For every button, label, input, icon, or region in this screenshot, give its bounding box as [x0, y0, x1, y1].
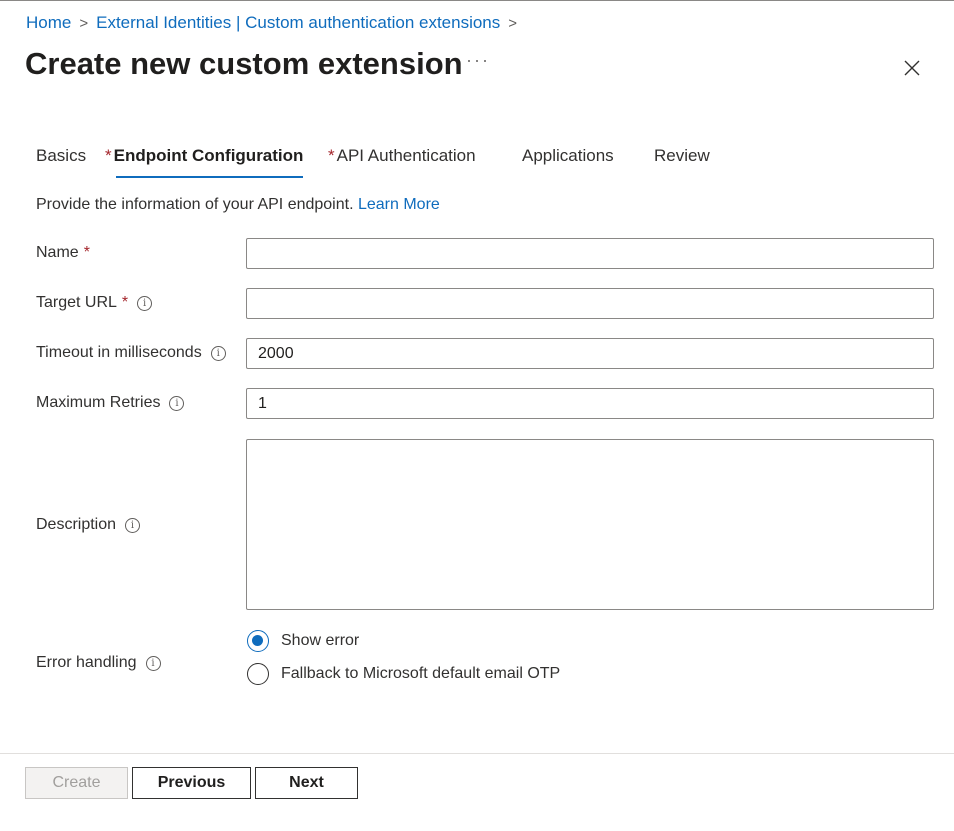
intro-text: Provide the information of your API endp…: [36, 196, 440, 214]
required-marker: *: [83, 244, 90, 261]
tab-applications[interactable]: Applications: [522, 145, 614, 179]
timeout-label: Timeout in milliseconds i: [36, 344, 226, 362]
description-textarea[interactable]: [246, 439, 934, 610]
info-icon[interactable]: i: [169, 395, 185, 411]
tab-label: Basics: [36, 146, 87, 165]
name-label-text: Name: [36, 244, 79, 261]
intro-description: Provide the information of your API endp…: [36, 196, 354, 213]
tab-label: API Authentication: [336, 146, 476, 165]
target-url-label-text: Target URL: [36, 294, 117, 311]
next-button[interactable]: Next: [255, 767, 358, 799]
target-url-label: Target URL * i: [36, 294, 153, 312]
info-icon[interactable]: i: [137, 295, 153, 311]
footer-divider: [0, 753, 954, 754]
radio-button-checked[interactable]: [247, 630, 269, 652]
page-title: Create new custom extension: [25, 46, 463, 81]
description-label-text: Description: [36, 516, 117, 533]
info-icon[interactable]: i: [210, 345, 226, 361]
tab-label: Review: [654, 146, 710, 165]
radio-show-error[interactable]: Show error: [247, 630, 359, 652]
close-icon[interactable]: [902, 58, 922, 78]
tab-api-authentication[interactable]: * API Authentication: [328, 145, 476, 179]
breadcrumb-separator: >: [79, 14, 89, 32]
name-label: Name *: [36, 244, 90, 262]
info-icon[interactable]: i: [125, 517, 141, 533]
breadcrumb-home-link[interactable]: Home: [26, 13, 71, 33]
required-marker: *: [328, 146, 335, 165]
required-marker: *: [105, 146, 112, 165]
breadcrumb-separator: >: [508, 14, 518, 32]
max-retries-input[interactable]: [246, 388, 934, 419]
target-url-input[interactable]: [246, 288, 934, 319]
timeout-label-text: Timeout in milliseconds: [36, 344, 202, 361]
info-icon[interactable]: i: [145, 655, 161, 671]
ellipsis-icon[interactable]: [468, 56, 486, 66]
max-retries-label: Maximum Retries i: [36, 394, 185, 412]
previous-button[interactable]: Previous: [132, 767, 251, 799]
breadcrumb: Home > External Identities | Custom auth…: [26, 13, 525, 33]
tab-label: Endpoint Configuration: [113, 146, 304, 165]
tab-review[interactable]: Review: [654, 145, 710, 179]
radio-button-unchecked[interactable]: [247, 663, 269, 685]
breadcrumb-section-link[interactable]: External Identities | Custom authenticat…: [96, 13, 500, 33]
tab-endpoint-configuration[interactable]: * Endpoint Configuration: [105, 145, 304, 179]
create-button[interactable]: Create: [25, 767, 128, 799]
top-border: [0, 0, 954, 1]
wizard-tabs: Basics * Endpoint Configuration * API Auth…: [0, 145, 954, 179]
radio-label: Fallback to Microsoft default email OTP: [281, 665, 561, 682]
learn-more-link[interactable]: Learn More: [358, 196, 440, 213]
timeout-input[interactable]: [246, 338, 934, 369]
required-marker: *: [121, 294, 129, 311]
tab-basics[interactable]: Basics: [36, 145, 86, 179]
radio-fallback-email-otp[interactable]: Fallback to Microsoft default email OTP: [247, 663, 560, 685]
name-input[interactable]: [246, 238, 934, 269]
error-handling-label-text: Error handling: [36, 654, 137, 671]
error-handling-label: Error handling i: [36, 654, 161, 672]
tab-label: Applications: [522, 146, 614, 165]
max-retries-label-text: Maximum Retries: [36, 394, 161, 411]
radio-label: Show error: [281, 632, 360, 649]
description-label: Description i: [36, 516, 141, 534]
